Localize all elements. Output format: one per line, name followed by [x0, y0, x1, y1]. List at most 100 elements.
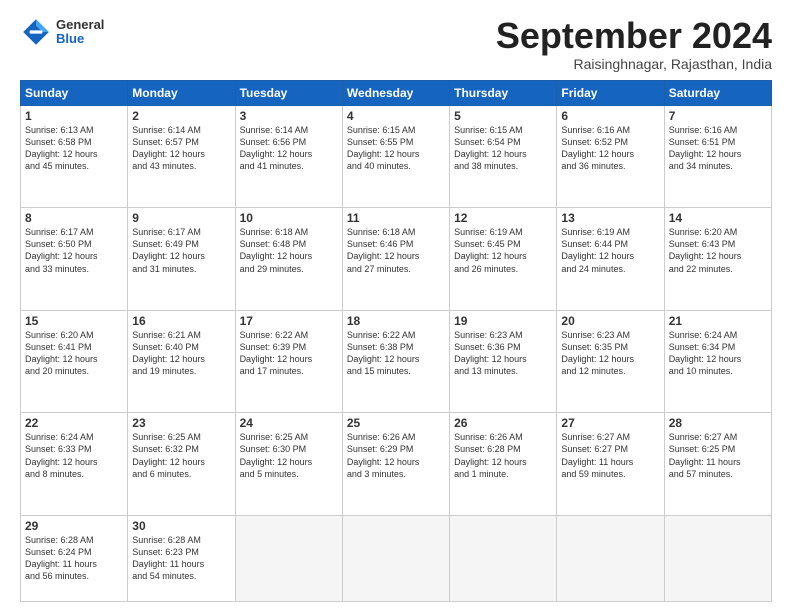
calendar-cell-w2d2: 10Sunrise: 6:18 AM Sunset: 6:48 PM Dayli… — [235, 208, 342, 311]
calendar-cell-w4d4: 26Sunrise: 6:26 AM Sunset: 6:28 PM Dayli… — [450, 413, 557, 516]
day-info: Sunrise: 6:13 AM Sunset: 6:58 PM Dayligh… — [25, 124, 123, 173]
calendar-cell-w2d5: 13Sunrise: 6:19 AM Sunset: 6:44 PM Dayli… — [557, 208, 664, 311]
day-number: 20 — [561, 314, 659, 328]
calendar-cell-w3d3: 18Sunrise: 6:22 AM Sunset: 6:38 PM Dayli… — [342, 310, 449, 413]
day-number: 6 — [561, 109, 659, 123]
day-info: Sunrise: 6:15 AM Sunset: 6:55 PM Dayligh… — [347, 124, 445, 173]
day-number: 27 — [561, 416, 659, 430]
day-number: 4 — [347, 109, 445, 123]
calendar-header-row: Sunday Monday Tuesday Wednesday Thursday… — [21, 80, 772, 105]
day-number: 29 — [25, 519, 123, 533]
day-info: Sunrise: 6:20 AM Sunset: 6:43 PM Dayligh… — [669, 226, 767, 275]
day-number: 7 — [669, 109, 767, 123]
day-info: Sunrise: 6:25 AM Sunset: 6:32 PM Dayligh… — [132, 431, 230, 480]
day-info: Sunrise: 6:14 AM Sunset: 6:57 PM Dayligh… — [132, 124, 230, 173]
day-info: Sunrise: 6:24 AM Sunset: 6:34 PM Dayligh… — [669, 329, 767, 378]
week-row-5: 29Sunrise: 6:28 AM Sunset: 6:24 PM Dayli… — [21, 515, 772, 601]
day-number: 11 — [347, 211, 445, 225]
col-friday: Friday — [557, 80, 664, 105]
day-info: Sunrise: 6:23 AM Sunset: 6:35 PM Dayligh… — [561, 329, 659, 378]
day-info: Sunrise: 6:26 AM Sunset: 6:28 PM Dayligh… — [454, 431, 552, 480]
title-block: September 2024 Raisinghnagar, Rajasthan,… — [496, 16, 772, 72]
calendar-cell-w3d0: 15Sunrise: 6:20 AM Sunset: 6:41 PM Dayli… — [21, 310, 128, 413]
calendar-cell-w5d0: 29Sunrise: 6:28 AM Sunset: 6:24 PM Dayli… — [21, 515, 128, 601]
calendar-cell-w3d4: 19Sunrise: 6:23 AM Sunset: 6:36 PM Dayli… — [450, 310, 557, 413]
calendar-cell-w2d3: 11Sunrise: 6:18 AM Sunset: 6:46 PM Dayli… — [342, 208, 449, 311]
day-number: 9 — [132, 211, 230, 225]
calendar-cell-w2d1: 9Sunrise: 6:17 AM Sunset: 6:49 PM Daylig… — [128, 208, 235, 311]
day-info: Sunrise: 6:16 AM Sunset: 6:51 PM Dayligh… — [669, 124, 767, 173]
logo: General Blue — [20, 16, 104, 48]
calendar-cell-w3d5: 20Sunrise: 6:23 AM Sunset: 6:35 PM Dayli… — [557, 310, 664, 413]
day-number: 17 — [240, 314, 338, 328]
day-number: 28 — [669, 416, 767, 430]
calendar-cell-w1d4: 5Sunrise: 6:15 AM Sunset: 6:54 PM Daylig… — [450, 105, 557, 208]
day-info: Sunrise: 6:17 AM Sunset: 6:49 PM Dayligh… — [132, 226, 230, 275]
day-info: Sunrise: 6:21 AM Sunset: 6:40 PM Dayligh… — [132, 329, 230, 378]
day-info: Sunrise: 6:26 AM Sunset: 6:29 PM Dayligh… — [347, 431, 445, 480]
calendar-cell-w3d2: 17Sunrise: 6:22 AM Sunset: 6:39 PM Dayli… — [235, 310, 342, 413]
day-info: Sunrise: 6:22 AM Sunset: 6:39 PM Dayligh… — [240, 329, 338, 378]
calendar-cell-w4d5: 27Sunrise: 6:27 AM Sunset: 6:27 PM Dayli… — [557, 413, 664, 516]
day-info: Sunrise: 6:23 AM Sunset: 6:36 PM Dayligh… — [454, 329, 552, 378]
week-row-3: 15Sunrise: 6:20 AM Sunset: 6:41 PM Dayli… — [21, 310, 772, 413]
calendar-cell-w1d5: 6Sunrise: 6:16 AM Sunset: 6:52 PM Daylig… — [557, 105, 664, 208]
day-info: Sunrise: 6:28 AM Sunset: 6:23 PM Dayligh… — [132, 534, 230, 583]
day-info: Sunrise: 6:14 AM Sunset: 6:56 PM Dayligh… — [240, 124, 338, 173]
calendar-cell-w5d5 — [557, 515, 664, 601]
calendar-cell-w4d1: 23Sunrise: 6:25 AM Sunset: 6:32 PM Dayli… — [128, 413, 235, 516]
day-number: 15 — [25, 314, 123, 328]
day-number: 1 — [25, 109, 123, 123]
day-info: Sunrise: 6:22 AM Sunset: 6:38 PM Dayligh… — [347, 329, 445, 378]
calendar-cell-w1d6: 7Sunrise: 6:16 AM Sunset: 6:51 PM Daylig… — [664, 105, 771, 208]
logo-blue: Blue — [56, 32, 104, 46]
logo-general: General — [56, 18, 104, 32]
day-info: Sunrise: 6:17 AM Sunset: 6:50 PM Dayligh… — [25, 226, 123, 275]
calendar-cell-w2d4: 12Sunrise: 6:19 AM Sunset: 6:45 PM Dayli… — [450, 208, 557, 311]
col-sunday: Sunday — [21, 80, 128, 105]
col-thursday: Thursday — [450, 80, 557, 105]
day-info: Sunrise: 6:20 AM Sunset: 6:41 PM Dayligh… — [25, 329, 123, 378]
day-info: Sunrise: 6:16 AM Sunset: 6:52 PM Dayligh… — [561, 124, 659, 173]
week-row-2: 8Sunrise: 6:17 AM Sunset: 6:50 PM Daylig… — [21, 208, 772, 311]
day-number: 18 — [347, 314, 445, 328]
day-number: 13 — [561, 211, 659, 225]
logo-text: General Blue — [56, 18, 104, 47]
day-number: 21 — [669, 314, 767, 328]
calendar-cell-w1d2: 3Sunrise: 6:14 AM Sunset: 6:56 PM Daylig… — [235, 105, 342, 208]
calendar-cell-w4d3: 25Sunrise: 6:26 AM Sunset: 6:29 PM Dayli… — [342, 413, 449, 516]
calendar-cell-w1d0: 1Sunrise: 6:13 AM Sunset: 6:58 PM Daylig… — [21, 105, 128, 208]
location: Raisinghnagar, Rajasthan, India — [496, 56, 772, 72]
day-number: 23 — [132, 416, 230, 430]
calendar-cell-w4d2: 24Sunrise: 6:25 AM Sunset: 6:30 PM Dayli… — [235, 413, 342, 516]
calendar-cell-w1d3: 4Sunrise: 6:15 AM Sunset: 6:55 PM Daylig… — [342, 105, 449, 208]
day-number: 8 — [25, 211, 123, 225]
calendar-table: Sunday Monday Tuesday Wednesday Thursday… — [20, 80, 772, 602]
day-number: 24 — [240, 416, 338, 430]
day-info: Sunrise: 6:28 AM Sunset: 6:24 PM Dayligh… — [25, 534, 123, 583]
header: General Blue September 2024 Raisinghnaga… — [20, 16, 772, 72]
col-monday: Monday — [128, 80, 235, 105]
calendar-cell-w1d1: 2Sunrise: 6:14 AM Sunset: 6:57 PM Daylig… — [128, 105, 235, 208]
day-info: Sunrise: 6:15 AM Sunset: 6:54 PM Dayligh… — [454, 124, 552, 173]
day-number: 22 — [25, 416, 123, 430]
calendar-cell-w3d6: 21Sunrise: 6:24 AM Sunset: 6:34 PM Dayli… — [664, 310, 771, 413]
day-info: Sunrise: 6:27 AM Sunset: 6:27 PM Dayligh… — [561, 431, 659, 480]
calendar-cell-w5d2 — [235, 515, 342, 601]
calendar-cell-w4d6: 28Sunrise: 6:27 AM Sunset: 6:25 PM Dayli… — [664, 413, 771, 516]
day-number: 19 — [454, 314, 552, 328]
calendar-cell-w2d0: 8Sunrise: 6:17 AM Sunset: 6:50 PM Daylig… — [21, 208, 128, 311]
day-number: 10 — [240, 211, 338, 225]
day-info: Sunrise: 6:24 AM Sunset: 6:33 PM Dayligh… — [25, 431, 123, 480]
calendar-cell-w5d4 — [450, 515, 557, 601]
page: General Blue September 2024 Raisinghnaga… — [0, 0, 792, 612]
day-number: 2 — [132, 109, 230, 123]
day-number: 14 — [669, 211, 767, 225]
day-number: 30 — [132, 519, 230, 533]
col-tuesday: Tuesday — [235, 80, 342, 105]
day-number: 5 — [454, 109, 552, 123]
day-info: Sunrise: 6:27 AM Sunset: 6:25 PM Dayligh… — [669, 431, 767, 480]
day-number: 26 — [454, 416, 552, 430]
day-number: 25 — [347, 416, 445, 430]
day-info: Sunrise: 6:18 AM Sunset: 6:46 PM Dayligh… — [347, 226, 445, 275]
